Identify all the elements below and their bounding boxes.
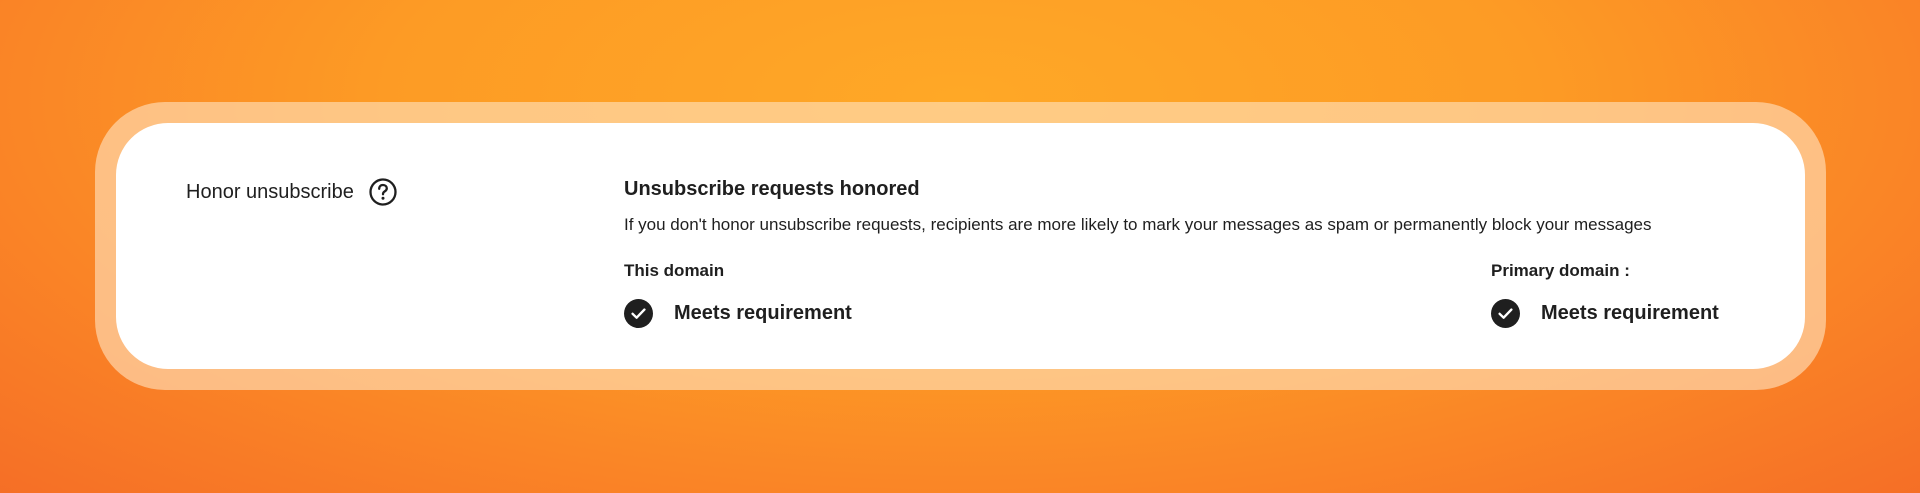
this-domain-block: This domain Meets requirement (624, 261, 852, 328)
primary-domain-label: Primary domain : (1491, 261, 1630, 280)
this-domain-result: Meets requirement (624, 299, 852, 328)
setting-label: Honor unsubscribe (186, 180, 354, 203)
setting-row-header: Honor unsubscribe (186, 177, 398, 207)
primary-domain-result-text: Meets requirement (1541, 302, 1719, 324)
primary-domain-block: Primary domain : Meets requirement (1491, 261, 1719, 328)
check-circle-icon (624, 299, 653, 328)
status-title: Unsubscribe requests honored (624, 178, 920, 200)
check-circle-icon (1491, 299, 1520, 328)
help-question-icon[interactable] (368, 177, 398, 207)
this-domain-result-text: Meets requirement (674, 302, 852, 324)
this-domain-label: This domain (624, 261, 725, 280)
primary-domain-result: Meets requirement (1491, 299, 1719, 328)
status-description: If you don't honor unsubscribe requests,… (624, 215, 1652, 234)
setting-card: Honor unsubscribe Unsubscribe requests h… (116, 123, 1805, 369)
